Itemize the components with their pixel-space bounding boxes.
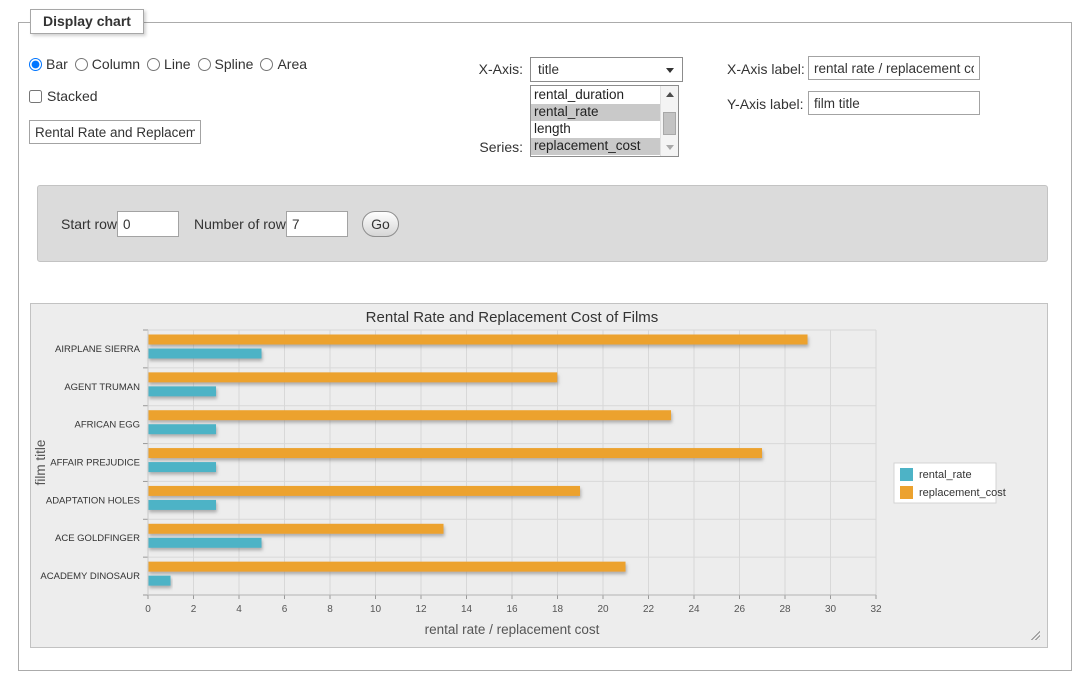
bar-rental_rate xyxy=(148,538,262,548)
chart-type-radio-label: Line xyxy=(164,56,190,72)
legend-swatch xyxy=(900,486,913,499)
x-tick-label: 4 xyxy=(236,604,242,615)
x-tick-label: 2 xyxy=(191,604,197,615)
chart-type-radio-line[interactable] xyxy=(147,58,160,71)
chevron-down-icon xyxy=(666,68,674,73)
x-tick-label: 8 xyxy=(327,604,333,615)
x-tick-label: 10 xyxy=(370,604,382,615)
chart-y-axis-title: film title xyxy=(33,440,48,486)
series-options: rental_durationrental_ratelengthreplacem… xyxy=(531,86,660,156)
x-tick-label: 12 xyxy=(415,604,427,615)
stacked-checkbox[interactable] xyxy=(29,90,42,103)
chart-type-radio-spline[interactable] xyxy=(198,58,211,71)
chart-title: Rental Rate and Replacement Cost of Film… xyxy=(366,309,659,326)
legend-swatch xyxy=(900,468,913,481)
chart-type-radio-label: Spline xyxy=(215,56,254,72)
bar-rental_rate xyxy=(148,576,171,586)
bar-replacement_cost xyxy=(148,410,671,420)
x-tick-label: 6 xyxy=(282,604,288,615)
start-row-label: Start row: xyxy=(61,216,121,232)
chart-type-area[interactable]: Area xyxy=(260,56,307,72)
series-listbox[interactable]: rental_durationrental_ratelengthreplacem… xyxy=(530,85,679,157)
x-axis-select[interactable]: title xyxy=(530,57,683,82)
x-tick-label: 20 xyxy=(597,604,609,615)
category-label: ADAPTATION HOLES xyxy=(46,495,140,506)
legend-item-rental_rate[interactable]: rental_rate xyxy=(900,468,972,481)
x-tick-label: 16 xyxy=(506,604,518,615)
x-axis-label-label: X-Axis label: xyxy=(727,61,805,77)
category-label: AFRICAN EGG xyxy=(75,420,140,431)
bar-replacement_cost xyxy=(148,486,580,496)
stacked-option[interactable]: Stacked xyxy=(29,88,98,104)
series-option-replacement_cost[interactable]: replacement_cost xyxy=(531,138,660,155)
series-option-rental_duration[interactable]: rental_duration xyxy=(531,87,660,104)
x-tick-label: 22 xyxy=(643,604,655,615)
x-tick-label: 28 xyxy=(779,604,791,615)
x-axis-label-input[interactable] xyxy=(808,56,980,80)
chart-type-bar[interactable]: Bar xyxy=(29,56,68,72)
category-label: AGENT TRUMAN xyxy=(64,382,140,393)
x-tick-label: 30 xyxy=(825,604,837,615)
chart-title-input[interactable] xyxy=(29,120,201,144)
number-of-rows-input[interactable] xyxy=(286,211,348,237)
chart-type-radio-column[interactable] xyxy=(75,58,88,71)
go-button[interactable]: Go xyxy=(362,211,399,237)
chart-type-radio-label: Bar xyxy=(46,56,68,72)
x-axis-selected-value: title xyxy=(538,62,559,77)
start-row-input[interactable] xyxy=(117,211,179,237)
category-label: AIRPLANE SIERRA xyxy=(55,344,141,355)
chart-panel: 02468101214161820222426283032AIRPLANE SI… xyxy=(30,303,1048,648)
scrollbar-thumb[interactable] xyxy=(663,112,676,135)
series-scrollbar[interactable] xyxy=(660,86,678,156)
legend-label: rental_rate xyxy=(919,469,972,481)
series-option-length[interactable]: length xyxy=(531,121,660,138)
chart-legend: rental_rate replacement_cost xyxy=(894,463,1006,503)
bar-rental_rate xyxy=(148,462,216,472)
series-option-rental_rate[interactable]: rental_rate xyxy=(531,104,660,121)
scroll-down-icon[interactable] xyxy=(661,140,678,155)
bar-rental_rate xyxy=(148,424,216,434)
category-label: ACE GOLDFINGER xyxy=(55,533,140,544)
chart-type-column[interactable]: Column xyxy=(75,56,140,72)
chart-x-axis-title: rental rate / replacement cost xyxy=(425,622,600,637)
stacked-label: Stacked xyxy=(47,88,98,104)
chart-type-spline[interactable]: Spline xyxy=(198,56,254,72)
category-label: ACADEMY DINOSAUR xyxy=(40,571,140,582)
x-tick-label: 26 xyxy=(734,604,746,615)
fieldset-legend: Display chart xyxy=(30,9,144,34)
series-select-label: Series: xyxy=(450,139,523,155)
bar-rental_rate xyxy=(148,386,216,396)
bar-replacement_cost xyxy=(148,335,808,345)
bar-rental_rate xyxy=(148,500,216,510)
bar-replacement_cost xyxy=(148,448,762,458)
chart-type-radios: Bar Column Line Spline Area xyxy=(29,56,307,72)
category-label: AFFAIR PREJUDICE xyxy=(50,458,140,469)
chart-type-radio-label: Column xyxy=(92,56,140,72)
app: Display chart Bar Column Line Spline Area St… xyxy=(0,0,1081,681)
chart-type-radio-label: Area xyxy=(277,56,307,72)
bar-replacement_cost xyxy=(148,372,557,382)
chart-type-radio-area[interactable] xyxy=(260,58,273,71)
chart-type-line[interactable]: Line xyxy=(147,56,190,72)
y-axis-label-input[interactable] xyxy=(808,91,980,115)
x-tick-label: 18 xyxy=(552,604,564,615)
scroll-up-icon[interactable] xyxy=(661,87,678,102)
x-tick-label: 0 xyxy=(145,604,151,615)
x-tick-label: 32 xyxy=(870,604,882,615)
chart-type-radio-bar[interactable] xyxy=(29,58,42,71)
chart-svg: 02468101214161820222426283032AIRPLANE SI… xyxy=(31,304,1047,647)
number-of-rows-label: Number of rows: xyxy=(194,216,297,232)
x-axis-select-label: X-Axis: xyxy=(450,61,523,77)
bar-replacement_cost xyxy=(148,562,626,572)
x-tick-label: 14 xyxy=(461,604,473,615)
x-tick-label: 24 xyxy=(688,604,700,615)
row-controls-bar: Start row: Number of rows: Go xyxy=(37,185,1048,262)
y-axis-label-label: Y-Axis label: xyxy=(727,96,804,112)
bar-rental_rate xyxy=(148,349,262,359)
bar-replacement_cost xyxy=(148,524,444,534)
legend-label: replacement_cost xyxy=(919,487,1006,499)
